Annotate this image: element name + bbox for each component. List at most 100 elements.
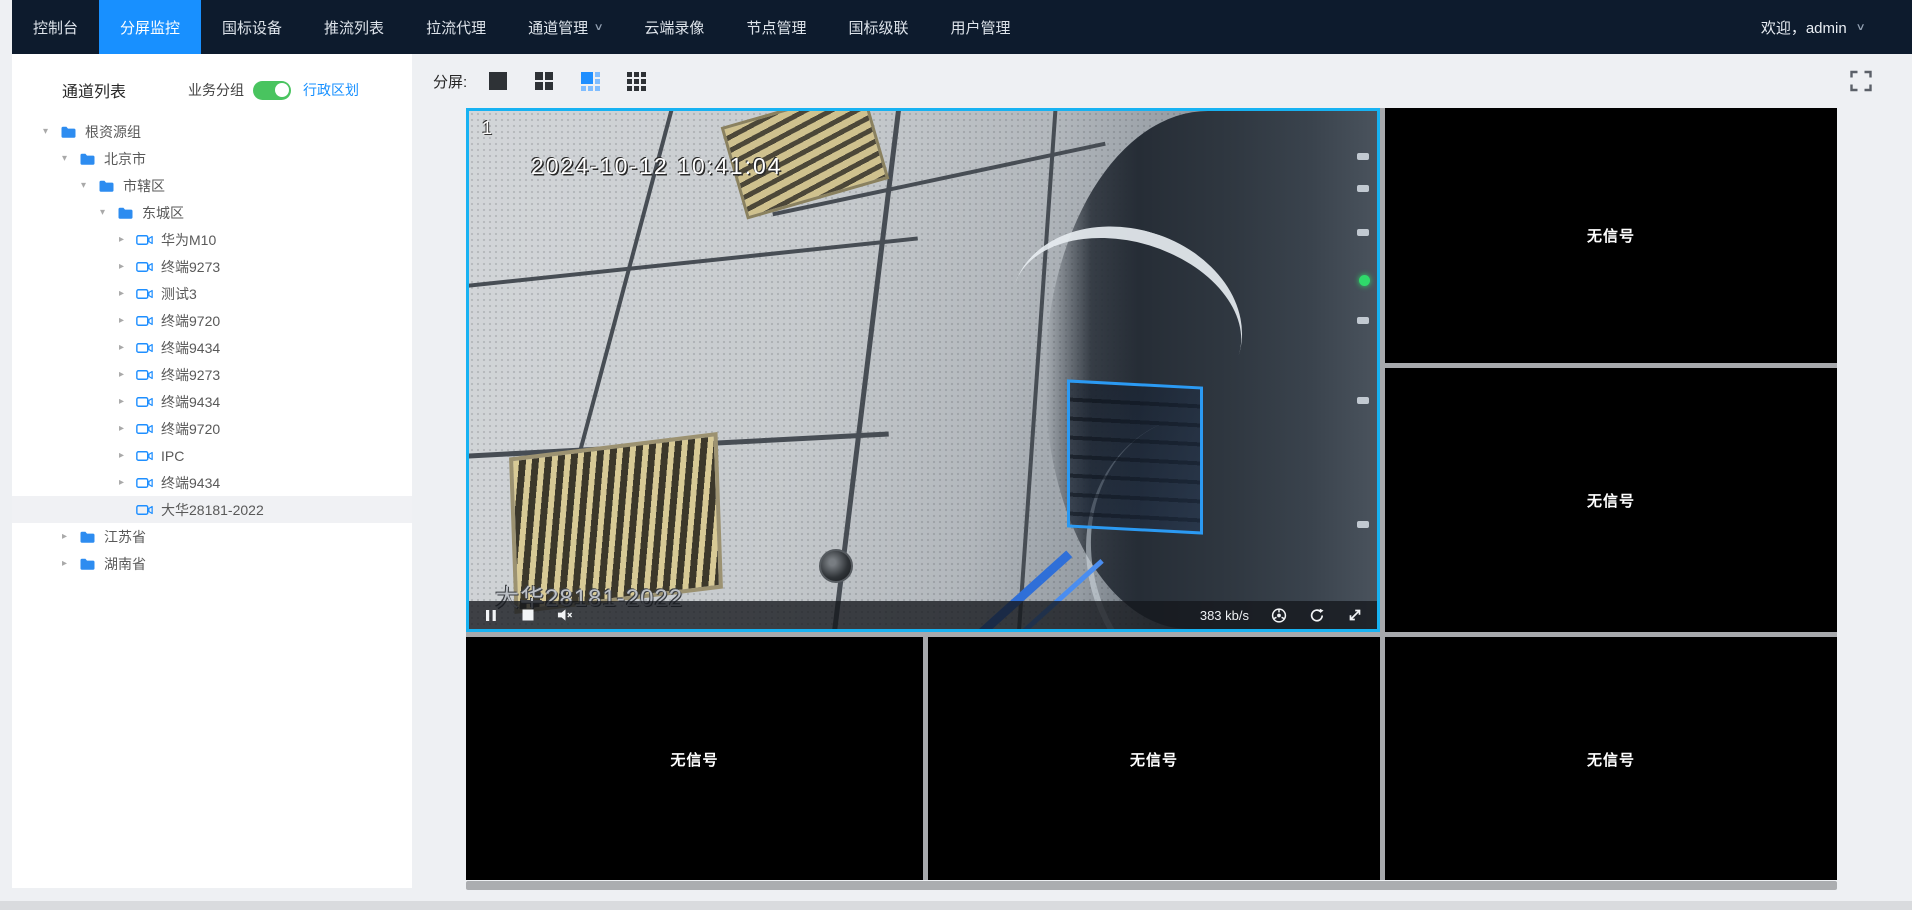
video-cell-3[interactable]: 无信号 xyxy=(1385,368,1837,632)
caret-right-icon[interactable]: ▸ xyxy=(119,315,136,326)
tree-item-label: 根资源组 xyxy=(85,122,141,142)
tree-item[interactable]: ▾ 市辖区 xyxy=(12,172,412,199)
sidebar-title: 通道列表 xyxy=(62,78,126,102)
nav-tab-push-list[interactable]: 推流列表 xyxy=(303,0,405,54)
nav-tab-node-mgmt[interactable]: 节点管理 xyxy=(725,0,827,54)
video-cell-2[interactable]: 无信号 xyxy=(1385,108,1837,363)
nav-tab-console[interactable]: 控制台 xyxy=(12,0,99,54)
tree-item-label: 市辖区 xyxy=(123,176,165,196)
tree-item[interactable]: ▾ 根资源组 xyxy=(12,118,412,145)
caret-down-icon[interactable]: ▾ xyxy=(100,207,117,218)
user-menu[interactable]: 欢迎，admin ∨ xyxy=(1761,0,1912,54)
nav-tab-label: 节点管理 xyxy=(746,17,806,38)
caret-right-icon[interactable]: ▸ xyxy=(62,558,79,569)
nav-tab-pull-proxy[interactable]: 拉流代理 xyxy=(405,0,507,54)
caret-right-icon[interactable]: ▸ xyxy=(119,396,136,407)
tree-item[interactable]: ▸ 终端9273 xyxy=(12,361,412,388)
tree-item-label: 湖南省 xyxy=(104,554,146,574)
split-1-button[interactable] xyxy=(487,70,509,92)
folder-icon xyxy=(117,206,134,220)
stop-icon[interactable] xyxy=(520,607,536,623)
scrollbar-thumb[interactable] xyxy=(466,881,1837,890)
video-cell-6[interactable]: 无信号 xyxy=(1385,637,1837,882)
nav-tab-label: 拉流代理 xyxy=(426,17,486,38)
tree-item[interactable]: ▸ 终端9434 xyxy=(12,334,412,361)
chevron-down-icon: ∨ xyxy=(1855,22,1865,33)
tree-item[interactable]: ▸ 终端9273 xyxy=(12,253,412,280)
group-mode-toggle[interactable] xyxy=(253,81,291,100)
no-signal-text: 无信号 xyxy=(1587,225,1635,246)
caret-down-icon[interactable]: ▾ xyxy=(62,153,79,164)
folder-icon xyxy=(98,179,115,193)
cell-index-label: 1 xyxy=(482,118,492,139)
fullscreen-icon[interactable] xyxy=(1848,68,1874,94)
tree-item-label: 终端9720 xyxy=(161,419,220,439)
tree-item[interactable]: ▸ 终端9434 xyxy=(12,388,412,415)
caret-right-icon[interactable]: ▸ xyxy=(119,234,136,245)
nav-spacer xyxy=(1031,0,1760,54)
tree-item[interactable]: ▸ 华为M10 xyxy=(12,226,412,253)
caret-right-icon[interactable]: ▸ xyxy=(62,531,79,542)
tree-item[interactable]: ▸ 江苏省 xyxy=(12,523,412,550)
camera-icon xyxy=(136,287,153,301)
video-cell-1[interactable]: 1 2024-10-12 10:41:04 大华28181-2022 383 k… xyxy=(466,108,1380,632)
snapshot-icon[interactable] xyxy=(1271,607,1287,623)
player-control-bar: 383 kb/s xyxy=(469,601,1377,629)
caret-right-icon[interactable]: ▸ xyxy=(119,423,136,434)
device-green-led xyxy=(1359,275,1370,286)
tree-item-label: 测试3 xyxy=(161,284,197,304)
nav-tab-cloud-record[interactable]: 云端录像 xyxy=(623,0,725,54)
tree-item-selected[interactable]: 大华28181-2022 xyxy=(12,496,412,523)
split-4-button[interactable] xyxy=(533,70,555,92)
nav-tab-gb-devices[interactable]: 国标设备 xyxy=(201,0,303,54)
nav-tab-channel-mgmt[interactable]: 通道管理 ∨ xyxy=(507,0,623,54)
nav-tab-split-monitor[interactable]: 分屏监控 xyxy=(99,0,201,54)
folder-icon xyxy=(79,152,96,166)
caret-right-icon[interactable]: ▸ xyxy=(119,288,136,299)
detection-box xyxy=(1067,379,1203,534)
folder-icon xyxy=(79,530,96,544)
pause-icon[interactable] xyxy=(483,607,499,623)
tree-item-label: 终端9434 xyxy=(161,473,220,493)
tree-item-label: 大华28181-2022 xyxy=(161,500,264,520)
tree-item[interactable]: ▾ 东城区 xyxy=(12,199,412,226)
caret-right-icon[interactable]: ▸ xyxy=(119,369,136,380)
tree-item[interactable]: ▸ 终端9720 xyxy=(12,415,412,442)
tree-item[interactable]: ▸ 终端9434 xyxy=(12,469,412,496)
expand-icon[interactable] xyxy=(1347,607,1363,623)
nav-tab-label: 控制台 xyxy=(33,17,78,38)
tree-item-label: 终端9434 xyxy=(161,338,220,358)
tree-item[interactable]: ▾ 北京市 xyxy=(12,145,412,172)
split-9-button[interactable] xyxy=(625,70,647,92)
split-6-button[interactable] xyxy=(579,70,601,92)
caret-right-icon[interactable]: ▸ xyxy=(119,450,136,461)
tree-item[interactable]: ▸ 湖南省 xyxy=(12,550,412,577)
camera-icon xyxy=(136,476,153,490)
caret-right-icon[interactable]: ▸ xyxy=(119,342,136,353)
tree-item[interactable]: ▸ IPC xyxy=(12,442,412,469)
channel-sidebar: 通道列表 业务分组 行政区划 ▾ 根资源组 ▾ 北京市 ▾ 市辖区 ▾ 东城区 … xyxy=(12,54,412,888)
chevron-down-icon: ∨ xyxy=(594,22,604,33)
folder-icon xyxy=(79,557,96,571)
caret-right-icon[interactable]: ▸ xyxy=(119,477,136,488)
caret-down-icon[interactable]: ▾ xyxy=(43,126,60,137)
video-cell-4[interactable]: 无信号 xyxy=(466,637,923,882)
nav-tab-label: 分屏监控 xyxy=(120,17,180,38)
video-cell-5[interactable]: 无信号 xyxy=(928,637,1380,882)
split-1-icon xyxy=(489,72,507,90)
tree-item[interactable]: ▸ 测试3 xyxy=(12,280,412,307)
video-frame xyxy=(469,111,1377,629)
refresh-icon[interactable] xyxy=(1309,607,1325,623)
caret-down-icon[interactable]: ▾ xyxy=(81,180,98,191)
nav-tab-label: 国标级联 xyxy=(848,17,908,38)
nav-tab-user-mgmt[interactable]: 用户管理 xyxy=(929,0,1031,54)
no-signal-text: 无信号 xyxy=(670,749,718,770)
mute-icon[interactable] xyxy=(557,607,573,623)
nav-tab-label: 通道管理 xyxy=(528,17,588,38)
caret-right-icon[interactable]: ▸ xyxy=(119,261,136,272)
nav-tab-label: 国标设备 xyxy=(222,17,282,38)
window-bottom-edge xyxy=(0,901,1912,910)
tree-item[interactable]: ▸ 终端9720 xyxy=(12,307,412,334)
bitrate-text: 383 kb/s xyxy=(1200,608,1249,623)
nav-tab-gb-cascade[interactable]: 国标级联 xyxy=(827,0,929,54)
